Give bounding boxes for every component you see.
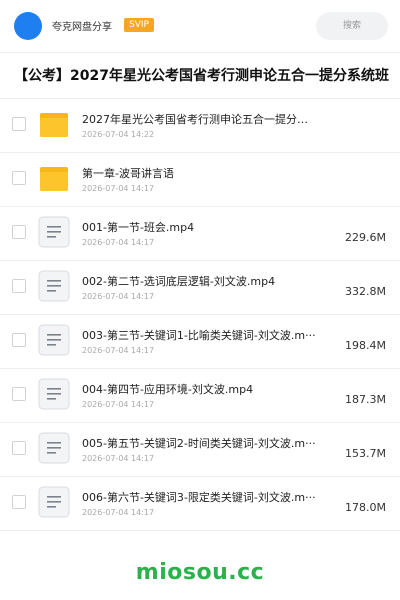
folder-icon bbox=[38, 162, 70, 194]
file-name: 002-第二节-选词底层逻辑-刘文波.mp4 bbox=[82, 275, 276, 288]
file-date: 2026-07-04 14:17 bbox=[82, 400, 155, 409]
file-row[interactable]: 2027年星光公考国省考行测申论五合一提分系统班 2026-07-04 14:22 bbox=[0, 99, 400, 153]
file-date: 2026-07-04 14:17 bbox=[82, 508, 155, 517]
document-icon bbox=[38, 486, 70, 518]
file-size: 187.3M bbox=[345, 393, 386, 406]
watermark: miosou.cc bbox=[135, 560, 265, 585]
select-checkbox[interactable] bbox=[12, 441, 26, 455]
file-size: 178.0M bbox=[345, 501, 386, 514]
file-date: 2026-07-04 14:17 bbox=[82, 238, 155, 247]
file-size: 198.4M bbox=[345, 339, 386, 352]
file-name: 001-第一节-班会.mp4 bbox=[82, 221, 195, 234]
header: 夸克网盘分享 SVIP 搜索 bbox=[0, 0, 400, 53]
select-checkbox[interactable] bbox=[12, 171, 26, 185]
file-row[interactable]: 003-第三节-关键词1-比喻类关键词-刘文波.m··· 2026-07-04 1… bbox=[0, 315, 400, 369]
file-size: 153.7M bbox=[345, 447, 386, 460]
document-icon bbox=[38, 378, 70, 410]
file-name: 第一章-波哥讲言语 bbox=[82, 167, 174, 180]
file-date: 2026-07-04 14:22 bbox=[82, 130, 155, 139]
select-checkbox[interactable] bbox=[12, 117, 26, 131]
avatar[interactable] bbox=[14, 12, 42, 40]
file-row[interactable]: 001-第一节-班会.mp4 2026-07-04 14:17 229.6M bbox=[0, 207, 400, 261]
file-size: 229.6M bbox=[345, 231, 386, 244]
select-checkbox[interactable] bbox=[12, 279, 26, 293]
select-checkbox[interactable] bbox=[12, 333, 26, 347]
document-icon bbox=[38, 324, 70, 356]
footer: miosou.cc bbox=[0, 556, 400, 600]
document-icon bbox=[38, 432, 70, 464]
select-checkbox[interactable] bbox=[12, 495, 26, 509]
file-date: 2026-07-04 14:17 bbox=[82, 346, 155, 355]
file-row[interactable]: 005-第五节-关键词2-时间类关键词-刘文波.m··· 2026-07-04 1… bbox=[0, 423, 400, 477]
file-name: 004-第四节-应用环境-刘文波.mp4 bbox=[82, 383, 254, 396]
share-name: 夸克网盘分享 bbox=[52, 22, 112, 33]
file-date: 2026-07-04 14:17 bbox=[82, 454, 155, 463]
document-icon bbox=[38, 270, 70, 302]
document-icon bbox=[38, 216, 70, 248]
select-checkbox[interactable] bbox=[12, 225, 26, 239]
file-row[interactable]: 第一章-波哥讲言语 2026-07-04 14:17 bbox=[0, 153, 400, 207]
search-button[interactable]: 搜索 bbox=[316, 12, 388, 40]
file-name: 006-第六节-关键词3-限定类关键词-刘文波.m··· bbox=[82, 491, 316, 504]
title-bar: 【公考】2027年星光公考国省考行测申论五合一提分系统班 bbox=[0, 52, 400, 99]
folder-icon bbox=[38, 108, 70, 140]
file-name: 2027年星光公考国省考行测申论五合一提分系统班 bbox=[82, 113, 317, 126]
file-size: 332.8M bbox=[345, 285, 386, 298]
svip-badge: SVIP bbox=[124, 18, 154, 32]
page-title: 【公考】2027年星光公考国省考行测申论五合一提分系统班 bbox=[14, 68, 389, 84]
file-row[interactable]: 002-第二节-选词底层逻辑-刘文波.mp4 2026-07-04 14:17 33… bbox=[0, 261, 400, 315]
file-row[interactable]: 006-第六节-关键词3-限定类关键词-刘文波.m··· 2026-07-04 1… bbox=[0, 477, 400, 531]
file-name: 003-第三节-关键词1-比喻类关键词-刘文波.m··· bbox=[82, 329, 316, 342]
file-list: 2027年星光公考国省考行测申论五合一提分系统班 2026-07-04 14:22… bbox=[0, 99, 400, 531]
select-checkbox[interactable] bbox=[12, 387, 26, 401]
file-date: 2026-07-04 14:17 bbox=[82, 184, 155, 193]
file-name: 005-第五节-关键词2-时间类关键词-刘文波.m··· bbox=[82, 437, 316, 450]
file-row[interactable]: 004-第四节-应用环境-刘文波.mp4 2026-07-04 14:17 187.… bbox=[0, 369, 400, 423]
share-page: 夸克网盘分享 SVIP 搜索 【公考】2027年星光公考国省考行测申论五合一提分… bbox=[0, 0, 400, 600]
file-date: 2026-07-04 14:17 bbox=[82, 292, 155, 301]
